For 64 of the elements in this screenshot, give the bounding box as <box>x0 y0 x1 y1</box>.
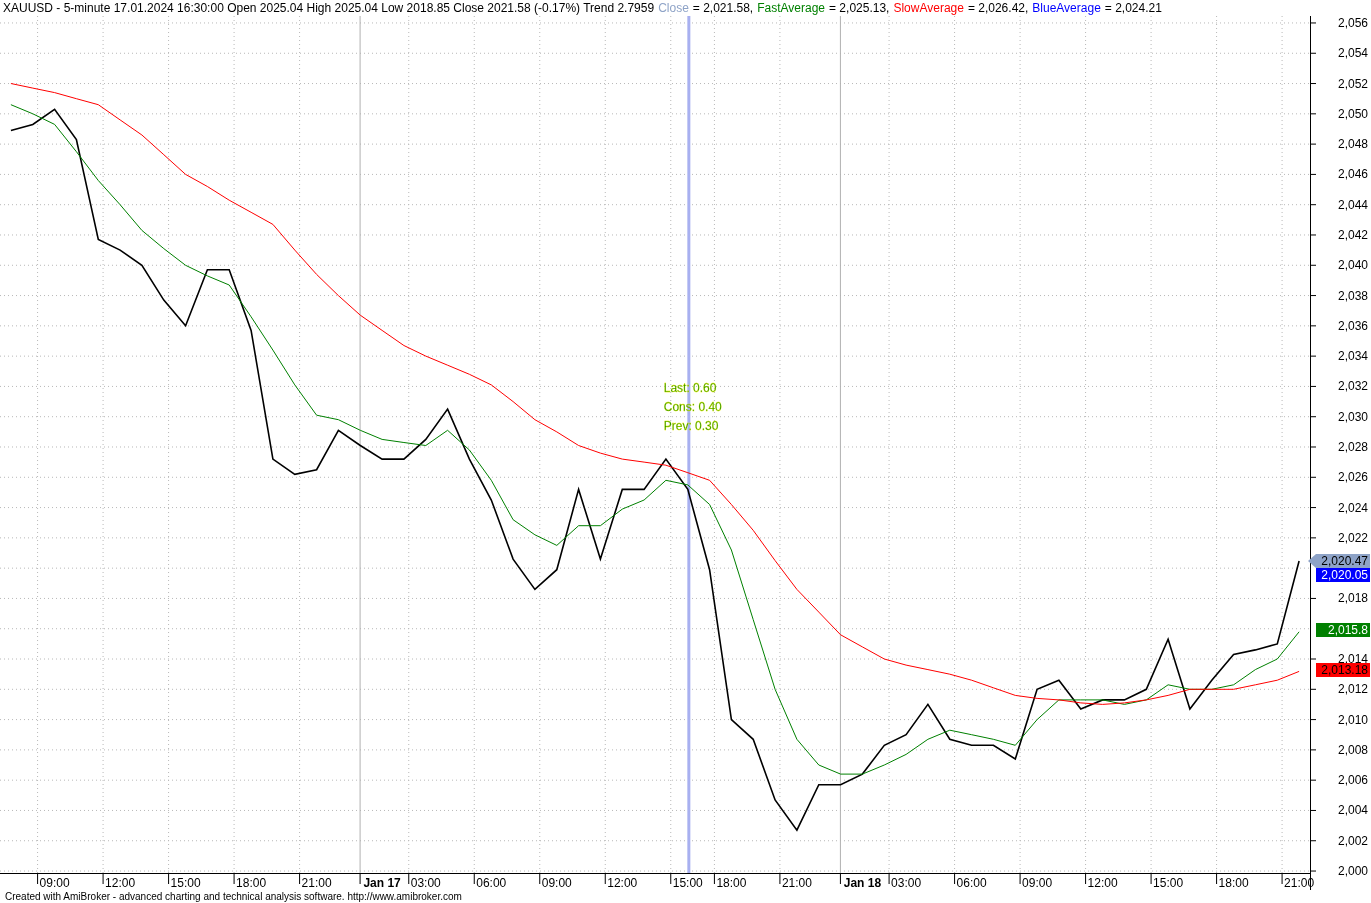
axis-label: 2,042 <box>1337 228 1368 242</box>
axis-label: 06:00 <box>956 876 987 890</box>
axis-label: 09:00 <box>1022 876 1053 890</box>
axis-label: 2,032 <box>1337 379 1368 394</box>
axis-label: 2,036 <box>1337 318 1368 333</box>
axis-label: 2,006 <box>1337 773 1368 788</box>
legend-value: = 2,024.21 <box>1104 1 1162 15</box>
axis-label: 2,008 <box>1337 742 1368 757</box>
axis-label: 2,050 <box>1337 106 1368 121</box>
legend-name: FastAverage <box>757 1 826 15</box>
legend-value: = 2,026.42, <box>967 1 1029 15</box>
annotation-text: Last: 0.60 <box>663 380 717 395</box>
legend-value: = 2,021.58, <box>692 1 754 15</box>
axis-label: 15:00 <box>672 876 703 890</box>
chart-title: XAUUSD - 5-minute 17.01.2024 16:30:00 Open 2025.04 High 2025.04 Low 2018.85 Close 2021.58 (-0.17%) Trend 2.7959 <box>3 1 655 15</box>
axis-label: 21:00 <box>781 876 812 890</box>
footer-text: Created with AmiBroker - advanced charting and technical analysis software. http://www.amibroker.com <box>4 890 463 903</box>
axis-label: 2,002 <box>1337 833 1368 848</box>
axis-label: 03:00 <box>891 876 922 890</box>
legend-value: = 2,025.13, <box>829 1 890 15</box>
axis-label: 15:00 <box>170 876 201 890</box>
legend-name: Close <box>658 1 689 15</box>
axis-label: 2,022 <box>1337 530 1368 545</box>
axis-label: 2,056 <box>1337 16 1368 30</box>
axis-label: Jan 18 <box>843 876 882 890</box>
price-value: 2,015.8 <box>1327 623 1368 637</box>
axis-label: 2,004 <box>1337 803 1368 818</box>
legend-name: BlueAverage <box>1032 1 1101 15</box>
axis-label: 12:00 <box>1087 876 1118 890</box>
axis-label: 2,010 <box>1337 712 1368 727</box>
axis-label: 09:00 <box>541 876 572 890</box>
axis-label: 2,044 <box>1337 197 1368 212</box>
axis-label: 2,034 <box>1337 349 1368 364</box>
axis-label: 09:00 <box>39 876 70 890</box>
axis-label: 18:00 <box>236 876 267 890</box>
axis-label: 18:00 <box>1218 876 1249 890</box>
axis-label: 2,028 <box>1337 440 1368 454</box>
axis-label: 2,048 <box>1337 137 1368 152</box>
axis-label: 2,012 <box>1337 682 1368 697</box>
axis-label: 15:00 <box>1153 876 1184 890</box>
axis-label: 06:00 <box>476 876 507 890</box>
axis-label: 2,018 <box>1337 591 1368 606</box>
axis-label: 2,040 <box>1337 258 1368 273</box>
axis-label: 2,030 <box>1337 409 1368 424</box>
price-value: 2,013.18 <box>1321 663 1368 677</box>
axis-label: 2,024 <box>1337 500 1368 515</box>
price-value: 2,020.47 <box>1321 554 1368 568</box>
annotation-text: Cons: 0.40 <box>663 399 722 414</box>
axis-label: 03:00 <box>410 876 441 890</box>
axis-label: 2,038 <box>1337 288 1368 303</box>
axis-label: 2,052 <box>1337 76 1368 91</box>
axis-label: 18:00 <box>716 876 747 890</box>
axis-label: 2,014 <box>1337 652 1368 666</box>
axis-label: Jan 17 <box>363 876 401 890</box>
axis-label: 2,046 <box>1337 167 1368 182</box>
axis-label: 12:00 <box>105 876 136 890</box>
axis-label: 2,000 <box>1337 864 1368 879</box>
annotation-text: Prev: 0.30 <box>663 418 719 433</box>
price-value: 2,020.05 <box>1321 568 1368 582</box>
axis-label: 2,054 <box>1337 46 1368 61</box>
axis-label: 2,026 <box>1337 470 1368 485</box>
axis-label: 12:00 <box>607 876 638 890</box>
axis-label: 21:00 <box>301 876 332 890</box>
legend-name: SlowAverage <box>893 1 964 15</box>
